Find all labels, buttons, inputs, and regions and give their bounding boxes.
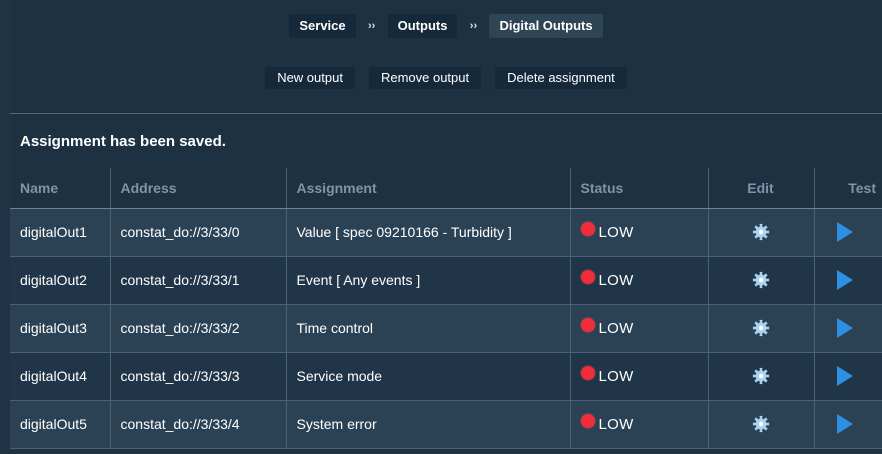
output-status-cell: LOW (570, 256, 709, 305)
output-status: LOW (598, 320, 634, 337)
output-status-cell: LOW (570, 208, 709, 257)
output-assignment: Value [ spec 09210166 - Turbidity ] (286, 208, 571, 257)
delete-assignment-button[interactable]: Delete assignment (495, 67, 627, 89)
gear-icon[interactable] (752, 271, 770, 289)
gear-icon[interactable] (752, 319, 770, 337)
output-assignment: Time control (286, 304, 571, 353)
breadcrumb: Service ›› Outputs ›› Digital Outputs (10, 14, 882, 38)
new-output-button[interactable]: New output (265, 67, 355, 89)
column-header-assignment[interactable]: Assignment (286, 168, 571, 209)
edit-cell (708, 304, 815, 353)
gear-icon[interactable] (752, 367, 770, 385)
output-address: constat_do://3/33/4 (110, 400, 287, 449)
column-header-status[interactable]: Status (570, 168, 709, 209)
breadcrumb-separator: ›› (367, 20, 376, 32)
test-cell (814, 400, 882, 449)
breadcrumb-service[interactable]: Service (289, 14, 356, 38)
test-cell (814, 304, 882, 353)
top-panel: Service ›› Outputs ›› Digital Outputs Ne… (10, 0, 882, 114)
red-status-dot-icon (580, 414, 595, 428)
red-status-dot-icon (580, 270, 595, 284)
gear-icon[interactable] (752, 415, 770, 433)
page: Service ›› Outputs ›› Digital Outputs Ne… (0, 0, 882, 454)
gear-icon[interactable] (752, 223, 770, 241)
play-icon[interactable] (836, 270, 853, 290)
output-name: digitalOut3 (10, 304, 111, 353)
edit-cell (708, 400, 815, 449)
column-header-test: Test (814, 168, 882, 209)
test-cell (814, 352, 882, 401)
remove-output-button[interactable]: Remove output (368, 67, 482, 89)
table-row[interactable]: digitalOut3 constat_do://3/33/2 Time con… (10, 304, 882, 353)
output-address: constat_do://3/33/3 (110, 352, 287, 401)
output-status-cell: LOW (570, 304, 709, 353)
test-cell (814, 208, 882, 257)
edit-cell (708, 256, 815, 305)
table-row[interactable]: digitalOut5 constat_do://3/33/4 System e… (10, 400, 882, 449)
output-name: digitalOut5 (10, 400, 111, 449)
output-status: LOW (598, 224, 634, 241)
output-assignment: System error (286, 400, 571, 449)
output-status: LOW (598, 416, 634, 433)
digital-outputs-table: Name Address Assignment Status Edit Test… (10, 168, 882, 449)
output-address: constat_do://3/33/1 (110, 256, 287, 305)
play-icon[interactable] (836, 366, 853, 386)
output-name: digitalOut4 (10, 352, 111, 401)
breadcrumb-digital-outputs: Digital Outputs (489, 14, 603, 38)
column-header-edit: Edit (708, 168, 815, 209)
output-status: LOW (598, 272, 634, 289)
output-address: constat_do://3/33/0 (110, 208, 287, 257)
column-header-address[interactable]: Address (110, 168, 287, 209)
output-assignment: Event [ Any events ] (286, 256, 571, 305)
table-header-row: Name Address Assignment Status Edit Test (10, 168, 882, 209)
output-status-cell: LOW (570, 352, 709, 401)
red-status-dot-icon (580, 222, 595, 236)
table-row[interactable]: digitalOut4 constat_do://3/33/3 Service … (10, 352, 882, 401)
play-icon[interactable] (836, 318, 853, 338)
edit-cell (708, 352, 815, 401)
output-status-cell: LOW (570, 400, 709, 449)
output-address: constat_do://3/33/2 (110, 304, 287, 353)
breadcrumb-outputs[interactable]: Outputs (387, 14, 458, 38)
output-status: LOW (598, 368, 634, 385)
output-assignment: Service mode (286, 352, 571, 401)
table-row[interactable]: digitalOut1 constat_do://3/33/0 Value [ … (10, 208, 882, 257)
test-cell (814, 256, 882, 305)
table-row[interactable]: digitalOut2 constat_do://3/33/1 Event [ … (10, 256, 882, 305)
output-name: digitalOut2 (10, 256, 111, 305)
output-name: digitalOut1 (10, 208, 111, 257)
play-icon[interactable] (836, 222, 853, 242)
red-status-dot-icon (580, 318, 595, 332)
red-status-dot-icon (580, 366, 595, 380)
edit-cell (708, 208, 815, 257)
save-confirmation-message: Assignment has been saved. (10, 114, 882, 168)
action-bar: New output Remove output Delete assignme… (10, 67, 882, 89)
breadcrumb-separator: ›› (469, 20, 478, 32)
column-header-name[interactable]: Name (10, 168, 111, 209)
play-icon[interactable] (836, 414, 853, 434)
